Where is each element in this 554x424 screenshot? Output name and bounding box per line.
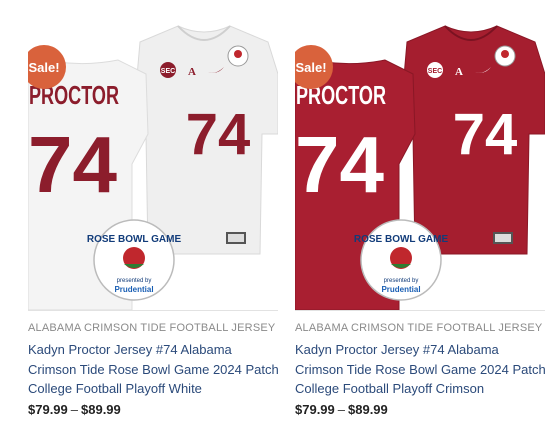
product-grid: Sale! SEC A 74 PROCTOR 74 ROSE BOWL GAME… bbox=[0, 0, 554, 424]
price-min: $79.99 bbox=[28, 401, 68, 417]
svg-text:SEC: SEC bbox=[428, 68, 442, 75]
product-category[interactable]: ALABAMA CRIMSON TIDE FOOTBALL JERSEY bbox=[295, 322, 545, 334]
product-image[interactable]: Sale! SEC A 74 PROCTOR 74 ROSE BOWL GAME… bbox=[295, 14, 545, 310]
divider bbox=[295, 310, 545, 311]
price-max: $89.99 bbox=[348, 401, 388, 417]
jersey-illustration-white: SEC A 74 PROCTOR 74 ROSE BOWL GAME prese… bbox=[28, 25, 278, 310]
svg-text:A: A bbox=[188, 66, 196, 78]
product-category[interactable]: ALABAMA CRIMSON TIDE FOOTBALL JERSEY bbox=[28, 322, 278, 334]
svg-text:Prudential: Prudential bbox=[381, 285, 420, 294]
price-separator: – bbox=[337, 401, 345, 417]
svg-text:SEC: SEC bbox=[161, 68, 175, 75]
product-price: $79.99– $89.99 bbox=[28, 402, 278, 417]
price-min: $79.99 bbox=[295, 401, 335, 417]
front-jersey: SEC A 74 bbox=[131, 25, 278, 255]
back-jersey-number: 74 bbox=[295, 120, 384, 209]
product-image[interactable]: Sale! SEC A 74 PROCTOR 74 ROSE BOWL GAME… bbox=[28, 14, 278, 310]
price-max: $89.99 bbox=[81, 401, 121, 417]
front-jersey-number: 74 bbox=[453, 102, 518, 167]
svg-text:ROSE BOWL GAME: ROSE BOWL GAME bbox=[87, 234, 182, 245]
front-jersey: SEC A 74 bbox=[398, 25, 545, 255]
svg-text:presented by: presented by bbox=[117, 278, 152, 284]
svg-text:ROSE BOWL GAME: ROSE BOWL GAME bbox=[354, 234, 449, 245]
price-separator: – bbox=[70, 401, 78, 417]
front-jersey-number: 74 bbox=[186, 102, 251, 167]
product-title-link[interactable]: Kadyn Proctor Jersey #74 Alabama Crimson… bbox=[28, 340, 280, 399]
svg-text:presented by: presented by bbox=[384, 278, 419, 284]
product-price: $79.99– $89.99 bbox=[295, 402, 545, 417]
back-jersey-number: 74 bbox=[28, 120, 117, 209]
jersey-illustration-crimson: SEC A 74 PROCTOR 74 ROSE BOWL GAME prese… bbox=[295, 25, 545, 310]
product-card[interactable]: Sale! SEC A 74 PROCTOR 74 ROSE BOWL GAME… bbox=[295, 14, 547, 417]
product-title-link[interactable]: Kadyn Proctor Jersey #74 Alabama Crimson… bbox=[295, 340, 547, 399]
svg-text:A: A bbox=[455, 66, 463, 78]
divider bbox=[28, 310, 278, 311]
product-card[interactable]: Sale! SEC A 74 PROCTOR 74 ROSE BOWL GAME… bbox=[28, 14, 280, 417]
svg-text:Prudential: Prudential bbox=[114, 285, 153, 294]
